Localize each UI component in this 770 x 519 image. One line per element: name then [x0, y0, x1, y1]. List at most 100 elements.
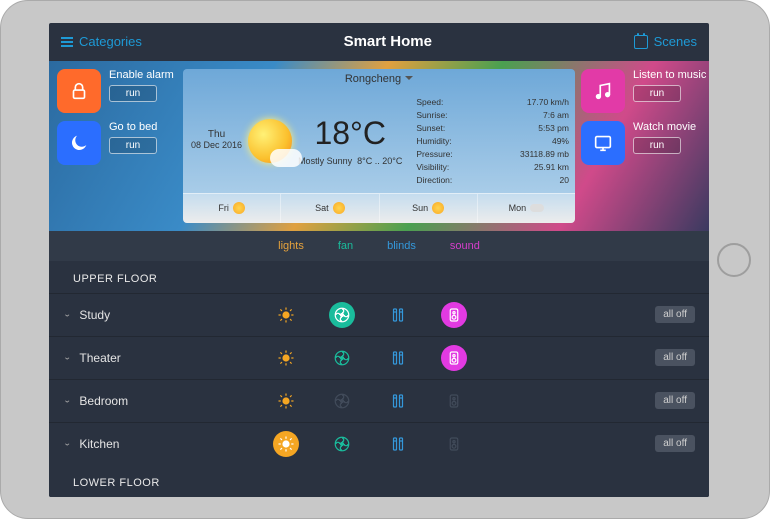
scene-music: Listen to musicrun	[581, 69, 701, 113]
run-button[interactable]: run	[633, 85, 681, 102]
cloud-icon	[530, 204, 544, 212]
device-blinds[interactable]	[385, 431, 411, 457]
run-button[interactable]: run	[109, 137, 157, 154]
room-name[interactable]: Bedroom	[79, 394, 179, 408]
forecast-day[interactable]: Fri	[183, 194, 281, 223]
stat-val: 17.70 km/h	[527, 97, 569, 107]
nav-categories[interactable]: Categories	[61, 34, 142, 49]
room-row: ⌄ Theater all off	[49, 336, 709, 379]
scene-moon: Go to bed run	[57, 121, 177, 165]
device-blinds[interactable]	[385, 345, 411, 371]
forecast-row: FriSatSunMon	[183, 193, 575, 223]
app-screen: Categories Smart Home Scenes Enable alar…	[49, 23, 709, 497]
all-off-button[interactable]: all off	[655, 392, 695, 409]
device-blinds[interactable]	[385, 388, 411, 414]
stat-key: Sunrise:	[416, 110, 447, 120]
scene-name: Go to bed	[109, 121, 157, 133]
moon-icon	[57, 121, 101, 165]
scene-name: Enable alarm	[109, 69, 174, 81]
device-fan[interactable]	[329, 388, 355, 414]
stat-key: Speed:	[416, 97, 443, 107]
weather-condition: Mostly Sunny 8°C .. 20°C	[298, 156, 402, 166]
device-icons	[273, 302, 467, 328]
stat-val: 33118.89 mb	[520, 149, 569, 159]
forecast-day[interactable]: Mon	[478, 194, 575, 223]
stat-val: 7:6 am	[543, 110, 569, 120]
page-title: Smart Home	[344, 33, 432, 50]
stat-key: Sunset:	[416, 123, 445, 133]
scene-column-right: Listen to musicrun Watch movie run	[581, 69, 701, 223]
scene-column-left: Enable alarm run Go to bed run	[57, 69, 177, 223]
device-lights[interactable]	[273, 431, 299, 457]
top-bar: Categories Smart Home Scenes	[49, 23, 709, 61]
stat-key: Pressure:	[416, 149, 452, 159]
forecast-day[interactable]: Sat	[281, 194, 379, 223]
weather-location[interactable]: Rongcheng	[183, 69, 575, 89]
run-button[interactable]: run	[633, 137, 681, 154]
category-tabs: lights fan blinds sound	[49, 231, 709, 261]
device-lights[interactable]	[273, 302, 299, 328]
nav-categories-label: Categories	[79, 34, 142, 49]
tab-fan[interactable]: fan	[338, 240, 353, 252]
nav-scenes-label: Scenes	[654, 34, 697, 49]
chevron-down-icon[interactable]: ⌄	[63, 310, 71, 319]
tablet-home-button[interactable]	[717, 243, 751, 277]
weather-day: Thu	[191, 129, 242, 140]
device-lights[interactable]	[273, 345, 299, 371]
section-header: UPPER FLOOR	[49, 261, 709, 293]
device-lights[interactable]	[273, 388, 299, 414]
room-row: ⌄ Study all off	[49, 293, 709, 336]
run-button[interactable]: run	[109, 85, 157, 102]
device-sound[interactable]	[441, 302, 467, 328]
lock-icon	[57, 69, 101, 113]
device-icons	[273, 431, 467, 457]
device-blinds[interactable]	[385, 302, 411, 328]
section-header: LOWER FLOOR	[49, 465, 709, 497]
sun-icon	[233, 202, 245, 214]
device-sound[interactable]	[441, 388, 467, 414]
device-fan[interactable]	[329, 431, 355, 457]
stat-val: 49%	[552, 136, 569, 146]
forecast-day[interactable]: Sun	[380, 194, 478, 223]
tab-blinds[interactable]: blinds	[387, 240, 416, 252]
stat-key: Direction:	[416, 175, 452, 185]
chevron-down-icon[interactable]: ⌄	[63, 396, 71, 405]
room-row: ⌄ Bedroom all off	[49, 379, 709, 422]
music-icon	[581, 69, 625, 113]
tablet-frame: Categories Smart Home Scenes Enable alar…	[0, 0, 770, 519]
room-name[interactable]: Study	[79, 308, 179, 322]
chevron-down-icon[interactable]: ⌄	[63, 353, 71, 362]
device-sound[interactable]	[441, 345, 467, 371]
all-off-button[interactable]: all off	[655, 435, 695, 452]
all-off-button[interactable]: all off	[655, 306, 695, 323]
stat-val: 25.91 km	[534, 162, 569, 172]
weather-widget: Rongcheng Thu 08 Dec 2016 18°C Mostly Su…	[183, 69, 575, 223]
scene-screen: Watch movie run	[581, 121, 701, 165]
scene-name: Listen to music	[633, 69, 706, 81]
stat-val: 20	[560, 175, 569, 185]
device-sound[interactable]	[441, 431, 467, 457]
device-fan[interactable]	[329, 302, 355, 328]
weather-stats: Speed: 17.70 km/h Sunrise: 7:6 am Sunset: 5:5…	[410, 89, 575, 193]
stat-key: Visibility:	[416, 162, 449, 172]
chevron-down-icon[interactable]: ⌄	[63, 439, 71, 448]
device-fan[interactable]	[329, 345, 355, 371]
sun-icon	[248, 119, 292, 163]
nav-scenes[interactable]: Scenes	[634, 34, 697, 49]
tab-sound[interactable]: sound	[450, 240, 480, 252]
tab-lights[interactable]: lights	[278, 240, 304, 252]
calendar-icon	[634, 35, 648, 49]
screen-icon	[581, 121, 625, 165]
device-icons	[273, 388, 467, 414]
sun-icon	[333, 202, 345, 214]
room-name[interactable]: Kitchen	[79, 437, 179, 451]
hamburger-icon	[61, 37, 73, 47]
all-off-button[interactable]: all off	[655, 349, 695, 366]
room-name[interactable]: Theater	[79, 351, 179, 365]
sun-icon	[432, 202, 444, 214]
stat-key: Humidity:	[416, 136, 451, 146]
stat-val: 5:53 pm	[538, 123, 569, 133]
rooms-list: UPPER FLOOR⌄Studyall off⌄Theaterall off⌄…	[49, 261, 709, 497]
scene-name: Watch movie	[633, 121, 696, 133]
room-row: ⌄ Kitchen all off	[49, 422, 709, 465]
